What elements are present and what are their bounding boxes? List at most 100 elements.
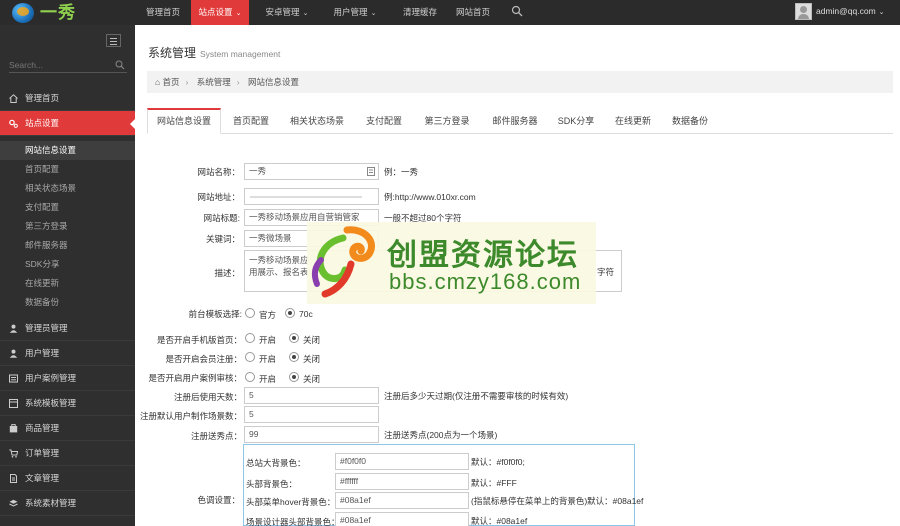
mobile-home-off-radio[interactable] bbox=[289, 333, 299, 343]
cart-icon bbox=[9, 449, 18, 458]
mobile-home-on-label: 开启 bbox=[259, 335, 277, 345]
member-reg-label: 是否开启会员注册： bbox=[165, 354, 242, 364]
color-settings-table: 总站大背景色： #f0f0f0 默认：#f0f0f0; 头部背景色： #ffff… bbox=[243, 444, 643, 526]
avatar bbox=[795, 3, 812, 20]
sidebar-sub-site-info[interactable]: 网站信息设置 bbox=[0, 141, 135, 160]
reg-days-input[interactable]: 5 bbox=[244, 387, 379, 404]
sidebar-item-articles[interactable]: 文章管理 bbox=[0, 466, 135, 491]
chevron-down-icon: ⌄ bbox=[302, 10, 309, 17]
sidebar-sub-home-config[interactable]: 首页配置 bbox=[0, 160, 135, 179]
template-official-radio[interactable] bbox=[245, 308, 255, 318]
sidebar-sub-status-scenes[interactable]: 相关状态场景 bbox=[0, 179, 135, 198]
sidebar-item-products[interactable]: 商品管理 bbox=[0, 416, 135, 441]
menu-toggle-icon[interactable] bbox=[106, 34, 121, 47]
layers-icon bbox=[9, 499, 18, 507]
mobile-home-label: 是否开启手机版首页： bbox=[156, 335, 242, 345]
search-icon bbox=[115, 60, 125, 70]
site-title-label: 网站标题: bbox=[203, 213, 240, 223]
color-row-hint: 默认：#08a1ef bbox=[471, 516, 528, 526]
settings-tabs: 网站信息设置 首页配置 相关状态场景 支付配置 第三方登录 邮件服务器 SDK分… bbox=[147, 108, 893, 134]
sidebar-item-users[interactable]: 用户管理 bbox=[0, 341, 135, 366]
site-url-label: 网站地址： bbox=[197, 192, 240, 202]
template-label: 前台模板选择: bbox=[188, 309, 242, 319]
color-row-hint: 默认：#f0f0f0; bbox=[471, 457, 525, 467]
chevron-down-icon: ⌄ bbox=[370, 10, 377, 17]
user-menu[interactable]: admin@qq.com ⌄ bbox=[795, 3, 895, 22]
bg-color-input[interactable]: #f0f0f0 bbox=[335, 453, 469, 470]
logo-globe-icon bbox=[12, 3, 34, 23]
color-row-label: 场景设计器头部背景色： bbox=[246, 517, 340, 526]
case-review-on-radio[interactable] bbox=[245, 372, 255, 382]
sidebar-sub-mail-server[interactable]: 邮件服务器 bbox=[0, 236, 135, 255]
tab-data-backup[interactable]: 数据备份 bbox=[665, 108, 715, 134]
case-review-off-radio[interactable] bbox=[289, 372, 299, 382]
sidebar-sub-sdk-share[interactable]: SDK分享 bbox=[0, 255, 135, 274]
template-70c-radio[interactable] bbox=[285, 308, 295, 318]
sidebar-item-site-settings[interactable]: 站点设置 bbox=[0, 111, 135, 136]
member-reg-on-radio[interactable] bbox=[245, 352, 255, 362]
breadcrumb-home[interactable]: 首页 bbox=[163, 77, 180, 87]
sidebar-item-orders[interactable]: 订单管理 bbox=[0, 441, 135, 466]
breadcrumb-current: 网站信息设置 bbox=[247, 77, 299, 87]
reg-points-input[interactable]: 99 bbox=[244, 426, 379, 443]
watermark-logo-icon bbox=[311, 226, 375, 298]
description-label: 描述： bbox=[214, 268, 240, 278]
designer-header-input[interactable]: #08a1ef bbox=[335, 512, 469, 526]
mobile-home-on-radio[interactable] bbox=[245, 333, 255, 343]
tab-site-info[interactable]: 网站信息设置 bbox=[147, 108, 221, 134]
sidebar-sub-data-backup[interactable]: 数据备份 bbox=[0, 293, 135, 312]
topnav-users[interactable]: 用户管理 ⌄ bbox=[325, 0, 385, 25]
member-reg-off-radio[interactable] bbox=[289, 352, 299, 362]
home-icon bbox=[9, 94, 18, 103]
description-hint: 字符 bbox=[597, 267, 615, 277]
sidebar-item-home[interactable]: 管理首页 bbox=[0, 86, 135, 111]
box-icon bbox=[9, 424, 18, 433]
topnav-android[interactable]: 安卓管理 ⌄ bbox=[257, 0, 317, 25]
sidebar-item-admins[interactable]: 管理员管理 bbox=[0, 316, 135, 341]
keywords-label: 关键词： bbox=[205, 234, 240, 244]
site-name-input[interactable]: 一秀 bbox=[244, 163, 379, 180]
sidebar-item-user-cases[interactable]: 用户案例管理 bbox=[0, 366, 135, 391]
reg-days-hint: 注册后多少天过期(仅注册不需要审核的时候有效) bbox=[384, 391, 569, 401]
color-row-hint: 默认：#FFF bbox=[471, 478, 517, 488]
default-count-label: 注册默认用户制作场景数： bbox=[140, 411, 243, 421]
search-icon[interactable] bbox=[511, 5, 523, 17]
sidebar-sub-online-update[interactable]: 在线更新 bbox=[0, 274, 135, 293]
default-count-input[interactable]: 5 bbox=[244, 406, 379, 423]
topnav-home[interactable]: 管理首页 bbox=[135, 0, 191, 25]
member-reg-off-label: 关闭 bbox=[303, 354, 321, 364]
tab-home-config[interactable]: 首页配置 bbox=[225, 108, 277, 134]
breadcrumb: ⌂ 首页 › 系统管理 › 网站信息设置 bbox=[147, 71, 893, 93]
menu-hover-input[interactable]: #08a1ef bbox=[335, 492, 469, 509]
sidebar-item-materials[interactable]: 系统素材管理 bbox=[0, 491, 135, 516]
breadcrumb-system[interactable]: 系统管理 bbox=[197, 77, 231, 87]
reg-days-label: 注册后使用天数： bbox=[173, 392, 242, 402]
site-name-hint: 例：一秀 bbox=[384, 167, 419, 177]
site-url-hint: 例:http://www.010xr.com bbox=[384, 192, 476, 202]
topnav-clear-cache[interactable]: 清理缓存 bbox=[392, 0, 448, 25]
tab-third-party-login[interactable]: 第三方登录 bbox=[417, 108, 477, 134]
tab-mail-server[interactable]: 邮件服务器 bbox=[485, 108, 545, 134]
tab-payment[interactable]: 支付配置 bbox=[359, 108, 409, 134]
sidebar-sub-payment[interactable]: 支付配置 bbox=[0, 198, 135, 217]
logo[interactable]: 一秀 bbox=[12, 3, 102, 25]
topnav-site-settings[interactable]: 站点设置 ⌄ bbox=[191, 0, 249, 25]
topnav-site-home[interactable]: 网站首页 bbox=[448, 0, 498, 25]
tab-status-scenes[interactable]: 相关状态场景 bbox=[283, 108, 351, 134]
template-official-label: 官方 bbox=[259, 310, 277, 320]
gears-icon bbox=[9, 119, 18, 128]
header-bg-input[interactable]: #ffffff bbox=[335, 473, 469, 490]
tab-sdk-share[interactable]: SDK分享 bbox=[551, 108, 601, 134]
sidebar: Search... 管理首页 站点设置 网站信息设置 首页配置 相关状态场景 支… bbox=[0, 25, 135, 526]
tab-online-update[interactable]: 在线更新 bbox=[608, 108, 658, 134]
color-row-label: 总站大背景色： bbox=[246, 458, 306, 468]
contact-card-icon bbox=[367, 167, 375, 176]
sidebar-sub-third-party-login[interactable]: 第三方登录 bbox=[0, 217, 135, 236]
colors-label: 色调设置： bbox=[197, 495, 240, 505]
sidebar-search-input[interactable]: Search... bbox=[9, 57, 127, 73]
sidebar-item-templates[interactable]: 系统模板管理 bbox=[0, 391, 135, 416]
site-url-redacted bbox=[250, 196, 362, 198]
case-review-on-label: 开启 bbox=[259, 374, 277, 384]
reg-points-label: 注册送秀点： bbox=[190, 431, 242, 441]
case-review-label: 是否开启用户案例审核： bbox=[148, 373, 242, 383]
